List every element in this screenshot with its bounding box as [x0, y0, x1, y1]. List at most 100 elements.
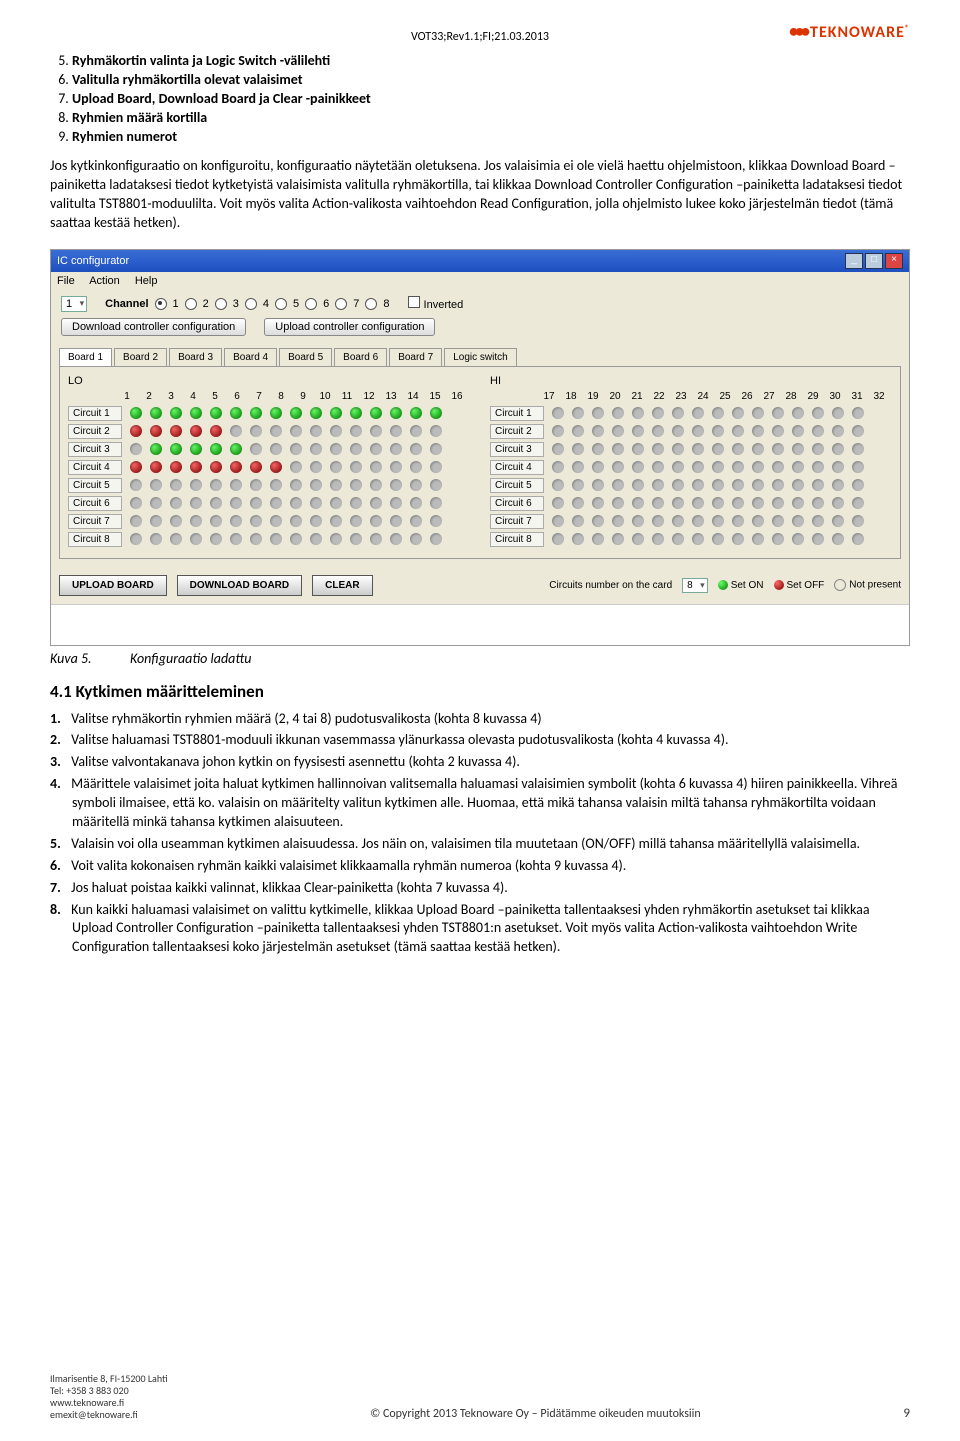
luminaire-dot[interactable] — [250, 479, 262, 491]
upload-board-button[interactable]: UPLOAD BOARD — [59, 575, 167, 596]
luminaire-dot[interactable] — [792, 461, 804, 473]
luminaire-dot[interactable] — [712, 479, 724, 491]
luminaire-dot[interactable] — [672, 443, 684, 455]
luminaire-dot[interactable] — [270, 425, 282, 437]
luminaire-dot[interactable] — [852, 407, 864, 419]
luminaire-dot[interactable] — [812, 443, 824, 455]
luminaire-dot[interactable] — [672, 479, 684, 491]
luminaire-dot[interactable] — [390, 461, 402, 473]
luminaire-dot[interactable] — [772, 461, 784, 473]
luminaire-dot[interactable] — [832, 515, 844, 527]
window-buttons[interactable]: _□× — [843, 253, 903, 269]
luminaire-dot[interactable] — [290, 533, 302, 545]
luminaire-dot[interactable] — [150, 443, 162, 455]
luminaire-dot[interactable] — [732, 497, 744, 509]
luminaire-dot[interactable] — [652, 407, 664, 419]
clear-button[interactable]: CLEAR — [312, 575, 372, 596]
luminaire-dot[interactable] — [792, 479, 804, 491]
luminaire-dot[interactable] — [712, 515, 724, 527]
luminaire-dot[interactable] — [390, 515, 402, 527]
luminaire-dot[interactable] — [612, 461, 624, 473]
luminaire-dot[interactable] — [430, 443, 442, 455]
luminaire-dot[interactable] — [170, 461, 182, 473]
download-board-button[interactable]: DOWNLOAD BOARD — [177, 575, 302, 596]
luminaire-dot[interactable] — [712, 425, 724, 437]
luminaire-dot[interactable] — [772, 407, 784, 419]
luminaire-dot[interactable] — [812, 461, 824, 473]
luminaire-dot[interactable] — [410, 425, 422, 437]
luminaire-dot[interactable] — [632, 497, 644, 509]
luminaire-dot[interactable] — [250, 443, 262, 455]
luminaire-dot[interactable] — [552, 443, 564, 455]
luminaire-dot[interactable] — [592, 479, 604, 491]
luminaire-dot[interactable] — [150, 461, 162, 473]
luminaire-dot[interactable] — [812, 479, 824, 491]
luminaire-dot[interactable] — [692, 425, 704, 437]
luminaire-dot[interactable] — [410, 443, 422, 455]
circuits-num-select[interactable]: 8 — [682, 578, 708, 593]
luminaire-dot[interactable] — [672, 407, 684, 419]
luminaire-dot[interactable] — [290, 479, 302, 491]
luminaire-dot[interactable] — [250, 515, 262, 527]
luminaire-dot[interactable] — [572, 479, 584, 491]
luminaire-dot[interactable] — [632, 425, 644, 437]
luminaire-dot[interactable] — [310, 407, 322, 419]
luminaire-dot[interactable] — [210, 407, 222, 419]
luminaire-dot[interactable] — [410, 407, 422, 419]
luminaire-dot[interactable] — [430, 515, 442, 527]
luminaire-dot[interactable] — [712, 533, 724, 545]
luminaire-dot[interactable] — [752, 407, 764, 419]
luminaire-dot[interactable] — [130, 497, 142, 509]
luminaire-dot[interactable] — [410, 533, 422, 545]
luminaire-dot[interactable] — [692, 497, 704, 509]
luminaire-dot[interactable] — [150, 479, 162, 491]
luminaire-dot[interactable] — [612, 407, 624, 419]
luminaire-dot[interactable] — [210, 515, 222, 527]
luminaire-dot[interactable] — [170, 443, 182, 455]
luminaire-dot[interactable] — [612, 533, 624, 545]
luminaire-dot[interactable] — [410, 479, 422, 491]
luminaire-dot[interactable] — [672, 461, 684, 473]
luminaire-dot[interactable] — [330, 443, 342, 455]
luminaire-dot[interactable] — [370, 407, 382, 419]
luminaire-dot[interactable] — [792, 515, 804, 527]
luminaire-dot[interactable] — [752, 515, 764, 527]
luminaire-dot[interactable] — [270, 515, 282, 527]
channel-radios[interactable]: Channel 1 2 3 4 5 6 7 8 — [105, 298, 389, 310]
luminaire-dot[interactable] — [672, 533, 684, 545]
luminaire-dot[interactable] — [410, 515, 422, 527]
luminaire-dot[interactable] — [712, 461, 724, 473]
luminaire-dot[interactable] — [612, 425, 624, 437]
luminaire-dot[interactable] — [190, 425, 202, 437]
luminaire-dot[interactable] — [130, 515, 142, 527]
luminaire-dot[interactable] — [430, 461, 442, 473]
luminaire-dot[interactable] — [350, 461, 362, 473]
luminaire-dot[interactable] — [250, 425, 262, 437]
luminaire-dot[interactable] — [832, 443, 844, 455]
luminaire-dot[interactable] — [832, 425, 844, 437]
luminaire-dot[interactable] — [230, 497, 242, 509]
luminaire-dot[interactable] — [792, 425, 804, 437]
luminaire-dot[interactable] — [552, 497, 564, 509]
luminaire-dot[interactable] — [190, 407, 202, 419]
luminaire-dot[interactable] — [632, 533, 644, 545]
luminaire-dot[interactable] — [692, 479, 704, 491]
luminaire-dot[interactable] — [270, 443, 282, 455]
luminaire-dot[interactable] — [572, 425, 584, 437]
luminaire-dot[interactable] — [612, 497, 624, 509]
luminaire-dot[interactable] — [552, 533, 564, 545]
luminaire-dot[interactable] — [812, 515, 824, 527]
luminaire-dot[interactable] — [752, 479, 764, 491]
luminaire-dot[interactable] — [732, 407, 744, 419]
luminaire-dot[interactable] — [370, 443, 382, 455]
luminaire-dot[interactable] — [230, 425, 242, 437]
luminaire-dot[interactable] — [852, 425, 864, 437]
luminaire-dot[interactable] — [852, 479, 864, 491]
luminaire-dot[interactable] — [190, 443, 202, 455]
luminaire-dot[interactable] — [210, 479, 222, 491]
luminaire-dot[interactable] — [772, 515, 784, 527]
luminaire-dot[interactable] — [832, 461, 844, 473]
luminaire-dot[interactable] — [552, 425, 564, 437]
luminaire-dot[interactable] — [230, 407, 242, 419]
luminaire-dot[interactable] — [130, 407, 142, 419]
